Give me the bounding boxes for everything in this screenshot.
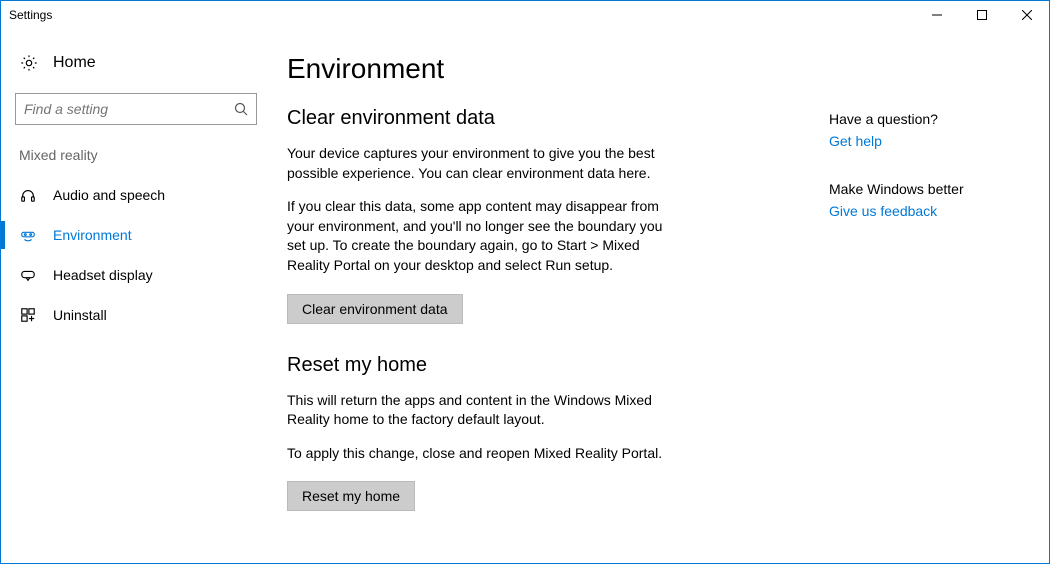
main-content: Environment Clear environment data Your … [271,29,1049,563]
sidebar-item-uninstall[interactable]: Uninstall [1,295,271,335]
close-button[interactable] [1004,1,1049,29]
settings-window: Settings Home [0,0,1050,564]
sidebar-item-label: Audio and speech [53,187,165,203]
sidebar-item-label: Uninstall [53,307,107,323]
close-icon [1022,10,1032,20]
sidebar-item-audio-speech[interactable]: Audio and speech [1,175,271,215]
home-label: Home [53,54,96,72]
window-controls [914,1,1049,29]
give-feedback-link[interactable]: Give us feedback [829,203,1019,219]
search-box[interactable] [15,93,257,125]
section-paragraph: This will return the apps and content in… [287,391,667,430]
aside-question-title: Have a question? [829,111,1019,127]
uninstall-icon [19,306,37,324]
section-paragraph: If you clear this data, some app content… [287,197,667,275]
sidebar-section-label: Mixed reality [1,143,271,175]
section-heading-clear-data: Clear environment data [287,107,787,130]
gear-icon [19,53,39,73]
section-paragraph: Your device captures your environment to… [287,144,667,183]
section-heading-reset-home: Reset my home [287,354,787,377]
sidebar-item-environment[interactable]: Environment [1,215,271,255]
clear-environment-data-button[interactable]: Clear environment data [287,294,463,324]
search-icon [234,102,248,116]
get-help-link[interactable]: Get help [829,133,1019,149]
minimize-icon [932,10,942,20]
home-button[interactable]: Home [1,47,271,79]
window-title: Settings [9,8,52,22]
sidebar-item-label: Headset display [53,267,153,283]
sidebar-item-label: Environment [53,227,132,243]
maximize-icon [977,10,987,20]
headphone-icon [19,186,37,204]
section-paragraph: To apply this change, close and reopen M… [287,444,667,464]
search-input[interactable] [24,101,234,117]
maximize-button[interactable] [959,1,1004,29]
environment-icon [19,226,37,244]
titlebar: Settings [1,1,1049,29]
sidebar-item-headset-display[interactable]: Headset display [1,255,271,295]
search-container [15,93,257,125]
sidebar: Home Mixed reality Audio and speech [1,29,271,563]
headset-icon [19,266,37,284]
reset-my-home-button[interactable]: Reset my home [287,481,415,511]
page-title: Environment [287,53,787,85]
aside: Have a question? Get help Make Windows b… [829,53,1019,543]
content-column: Environment Clear environment data Your … [287,53,787,543]
aside-feedback-title: Make Windows better [829,181,1019,197]
minimize-button[interactable] [914,1,959,29]
